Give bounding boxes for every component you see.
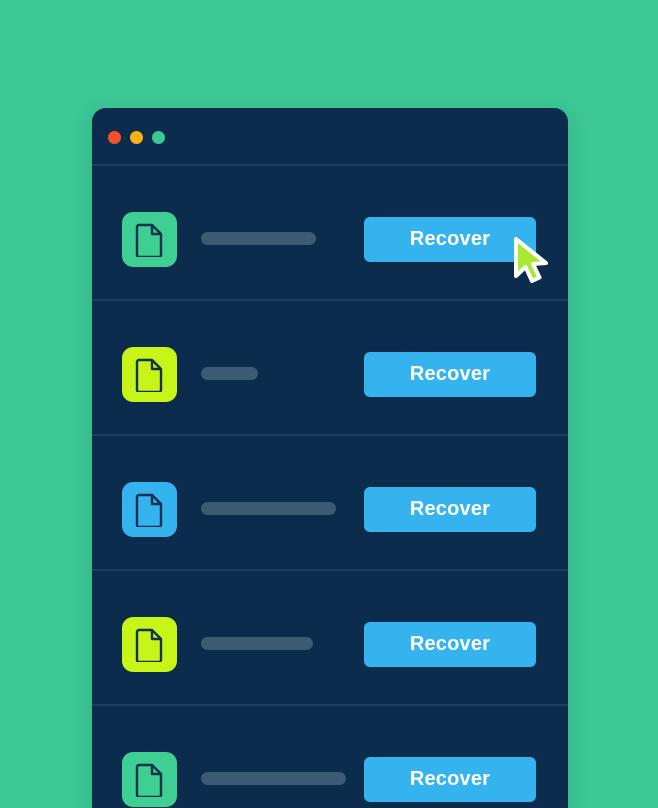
file-row: Recover <box>92 436 568 571</box>
minimize-window-button[interactable] <box>130 131 143 144</box>
recover-button[interactable]: Recover <box>364 487 536 532</box>
file-row: Recover <box>92 571 568 706</box>
file-name-placeholder <box>201 637 313 650</box>
document-icon <box>122 212 177 267</box>
close-window-button[interactable] <box>108 131 121 144</box>
document-icon <box>122 482 177 537</box>
recover-button[interactable]: Recover <box>364 622 536 667</box>
document-icon <box>122 617 177 672</box>
file-name-placeholder <box>201 367 258 380</box>
document-icon <box>122 752 177 807</box>
recover-button[interactable]: Recover <box>364 757 536 802</box>
app-window: Recover Recover Recover Recover Recover <box>92 108 568 808</box>
document-icon <box>122 347 177 402</box>
file-list: Recover Recover Recover Recover Recover <box>92 166 568 808</box>
recover-button[interactable]: Recover <box>364 352 536 397</box>
recover-button[interactable]: Recover <box>364 217 536 262</box>
file-row: Recover <box>92 301 568 436</box>
traffic-light-buttons <box>108 131 165 144</box>
maximize-window-button[interactable] <box>152 131 165 144</box>
file-name-placeholder <box>201 502 336 515</box>
window-titlebar <box>92 108 568 166</box>
file-name-placeholder <box>201 232 316 245</box>
file-row: Recover <box>92 706 568 808</box>
file-name-placeholder <box>201 772 346 785</box>
file-row: Recover <box>92 166 568 301</box>
